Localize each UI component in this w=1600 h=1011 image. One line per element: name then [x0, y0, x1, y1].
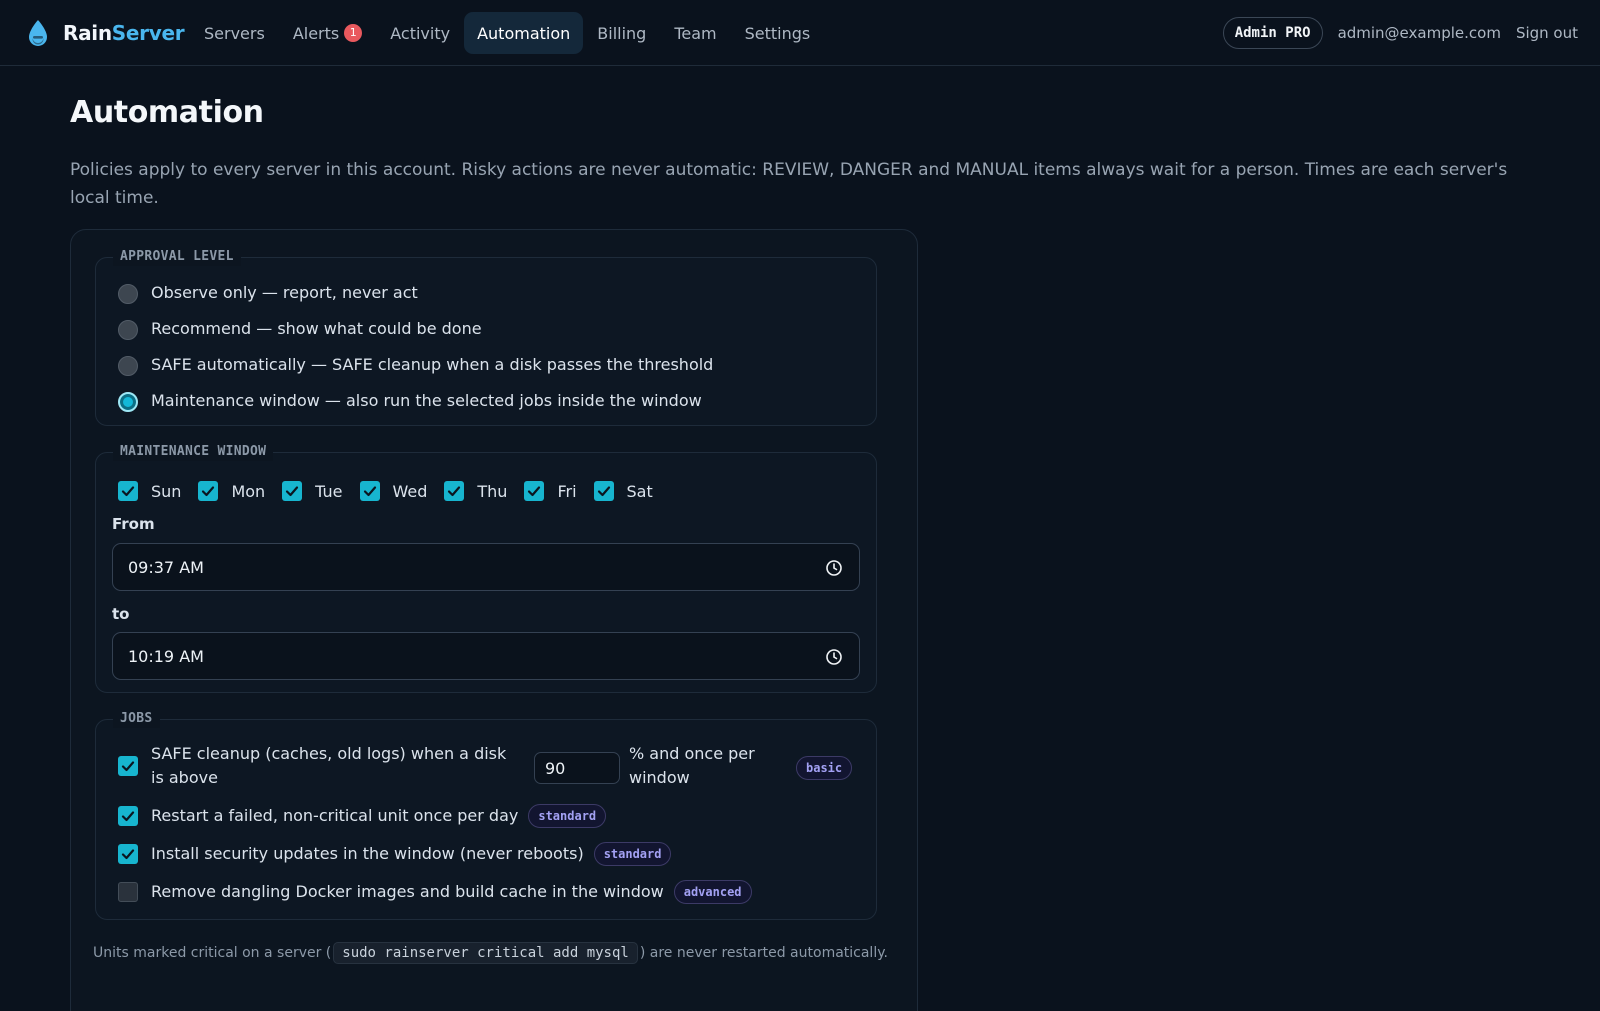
checkmark-icon	[363, 486, 376, 497]
checkmark-icon	[121, 486, 135, 497]
cleanup-threshold-suffix: % and once per window	[629, 744, 755, 787]
day-mon[interactable]: Mon	[198, 481, 265, 501]
account-area: Admin PRO admin@example.com Sign out	[1222, 17, 1578, 49]
jobs-group: JOBS SAFE cleanup (caches, old logs) whe…	[95, 710, 877, 920]
maintenance-window-group: MAINTENANCE WINDOW Sun Mon Tue Wed Thu F…	[95, 443, 877, 693]
day-fri[interactable]: Fri	[524, 481, 577, 501]
maintenance-window-legend: MAINTENANCE WINDOW	[113, 443, 274, 461]
approval-option-observe[interactable]: Observe only — report, never act	[118, 280, 418, 304]
radio-safe-auto[interactable]	[118, 356, 138, 376]
nav-billing[interactable]: Billing	[583, 12, 660, 54]
nav-team[interactable]: Team	[660, 12, 730, 54]
checkmark-icon	[202, 486, 215, 497]
nav-servers[interactable]: Servers	[190, 12, 279, 54]
day-wed[interactable]: Wed	[359, 481, 427, 501]
checkbox-safe-cleanup[interactable]	[118, 756, 138, 776]
clock-icon[interactable]	[825, 648, 843, 666]
checkbox-sun[interactable]	[118, 481, 138, 501]
day-sun[interactable]: Sun	[118, 481, 181, 501]
approval-option-recommend[interactable]: Recommend — show what could be done	[118, 316, 482, 340]
nav-settings[interactable]: Settings	[731, 12, 825, 54]
to-label: to	[112, 605, 130, 623]
alerts-count-badge: 1	[344, 24, 363, 42]
tier-tag-basic: basic	[796, 756, 853, 780]
checkbox-mon[interactable]	[198, 481, 219, 501]
approval-level-legend: APPROVAL LEVEL	[113, 248, 241, 266]
checkbox-sat[interactable]	[593, 481, 614, 501]
top-navigation-bar: RainServer Servers Alerts 1 Activity Auto…	[0, 0, 1600, 66]
job-docker-cleanup[interactable]: Remove dangling Docker images and build …	[118, 880, 752, 904]
clock-icon[interactable]	[825, 559, 843, 577]
tier-tag-standard: standard	[528, 804, 607, 828]
checkmark-icon	[121, 849, 135, 860]
checkmark-icon	[286, 486, 299, 497]
day-tue[interactable]: Tue	[282, 481, 343, 501]
checkbox-tue[interactable]	[282, 481, 303, 501]
critical-command-snippet: sudo rainserver critical add mysql	[333, 942, 638, 964]
checkbox-wed[interactable]	[359, 481, 380, 501]
checkbox-docker-cleanup[interactable]	[118, 882, 138, 902]
checkbox-security-updates[interactable]	[118, 844, 138, 864]
water-drop-icon	[29, 20, 47, 46]
from-label: From	[112, 515, 155, 533]
nav-activity[interactable]: Activity	[376, 12, 464, 54]
jobs-legend: JOBS	[113, 710, 160, 728]
tier-tag-advanced: advanced	[673, 880, 752, 904]
approval-option-maintenance[interactable]: Maintenance window — also run the select…	[118, 388, 702, 412]
approval-option-safe-auto[interactable]: SAFE automatically — SAFE cleanup when a…	[118, 352, 713, 376]
job-security-updates[interactable]: Install security updates in the window (…	[118, 842, 672, 866]
approval-level-group: APPROVAL LEVEL Observe only — report, ne…	[95, 248, 877, 426]
tier-tag-standard: standard	[593, 842, 672, 866]
job-restart-failed-unit[interactable]: Restart a failed, non-critical unit once…	[118, 804, 607, 828]
page-title: Automation	[70, 95, 264, 130]
automation-settings-card: APPROVAL LEVEL Observe only — report, ne…	[70, 229, 918, 1011]
nav-automation[interactable]: Automation	[464, 12, 584, 54]
checkmark-icon	[448, 486, 461, 497]
checkmark-icon	[121, 811, 135, 822]
radio-recommend[interactable]	[118, 320, 138, 340]
checkmark-icon	[121, 761, 135, 772]
page-description: Policies apply to every server in this a…	[70, 160, 1508, 208]
day-sat[interactable]: Sat	[593, 481, 653, 501]
checkbox-restart-failed-unit[interactable]	[118, 806, 138, 826]
critical-units-footnote: Units marked critical on a server ( sudo…	[93, 942, 888, 964]
checkbox-thu[interactable]	[444, 481, 465, 501]
weekday-selector: Sun Mon Tue Wed Thu Fri Sat	[118, 481, 670, 501]
nav-alerts[interactable]: Alerts 1	[279, 12, 376, 54]
checkbox-fri[interactable]	[524, 481, 545, 501]
brand-logo[interactable]: RainServer	[26, 18, 185, 48]
disk-threshold-input[interactable]: 90	[534, 752, 620, 784]
radio-maintenance-window[interactable]	[118, 392, 138, 412]
main-nav: Servers Alerts 1 Activity Automation Bill…	[190, 12, 824, 54]
from-time-input[interactable]: 09:37 AM	[112, 543, 860, 591]
plan-badge: Admin PRO	[1222, 17, 1323, 49]
checkmark-icon	[597, 486, 610, 497]
to-time-input[interactable]: 10:19 AM	[112, 632, 860, 680]
checkmark-icon	[528, 486, 541, 497]
radio-observe[interactable]	[118, 284, 138, 304]
account-email[interactable]: admin@example.com	[1338, 24, 1501, 42]
brand-name: RainServer	[63, 21, 185, 45]
sign-out-link[interactable]: Sign out	[1516, 24, 1578, 42]
day-thu[interactable]: Thu	[444, 481, 507, 501]
